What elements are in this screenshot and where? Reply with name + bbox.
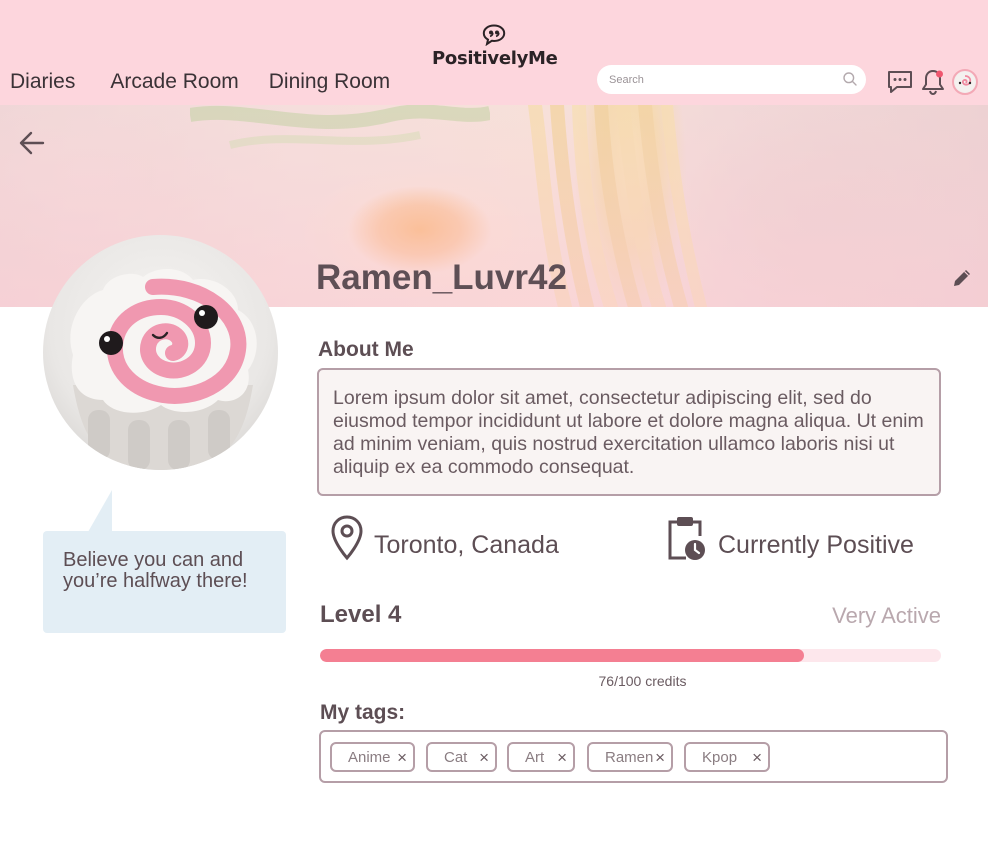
bell-icon[interactable] bbox=[920, 68, 946, 96]
search-icon[interactable] bbox=[842, 71, 858, 87]
tag-chip[interactable]: Ramen × bbox=[587, 742, 673, 772]
edit-pencil-icon[interactable] bbox=[950, 266, 974, 290]
logo[interactable]: PositivelyMe bbox=[432, 24, 558, 69]
remove-tag-icon[interactable]: × bbox=[752, 749, 762, 766]
username: Ramen_Luvr42 bbox=[316, 258, 567, 297]
main-nav: Diaries Arcade Room Dining Room bbox=[10, 70, 390, 94]
search-input[interactable] bbox=[609, 71, 829, 88]
activity-label: Very Active bbox=[832, 603, 941, 628]
remove-tag-icon[interactable]: × bbox=[479, 749, 489, 766]
tag-label: Kpop bbox=[702, 748, 738, 766]
nav-diaries[interactable]: Diaries bbox=[10, 70, 75, 94]
about-me-text: Lorem ipsum dolor sit amet, consectetur … bbox=[317, 368, 941, 496]
nav-arcade-room[interactable]: Arcade Room bbox=[110, 70, 238, 94]
top-header: Diaries Arcade Room Dining Room Positive… bbox=[0, 0, 988, 105]
quote-bubble: Believe you can and you’re halfway there… bbox=[43, 531, 286, 633]
location-pin-icon bbox=[331, 515, 363, 561]
tag-label: Cat bbox=[444, 748, 468, 766]
tag-chip[interactable]: Kpop × bbox=[684, 742, 770, 772]
tag-label: Ramen bbox=[605, 748, 654, 766]
speech-quote-icon bbox=[482, 24, 506, 46]
level-progress-fill bbox=[320, 649, 805, 662]
level-label: Level 4 bbox=[320, 601, 402, 628]
profile-photo bbox=[43, 235, 278, 470]
tag-label: Art bbox=[525, 748, 545, 766]
about-me-label: About Me bbox=[318, 338, 414, 361]
avatar[interactable] bbox=[952, 69, 978, 95]
location-text: Toronto, Canada bbox=[374, 531, 559, 559]
notification-dot-icon bbox=[936, 70, 943, 78]
chat-bubble-icon[interactable] bbox=[886, 68, 914, 96]
tags-container: Anime × Cat × Art × Ramen × Kpop × bbox=[319, 730, 948, 783]
search-bar bbox=[597, 65, 866, 94]
status-text: Currently Positive bbox=[718, 531, 914, 559]
remove-tag-icon[interactable]: × bbox=[557, 749, 567, 766]
remove-tag-icon[interactable]: × bbox=[655, 749, 665, 766]
my-tags-label: My tags: bbox=[320, 701, 406, 724]
tag-label: Anime bbox=[348, 748, 391, 766]
narutomaki-icon bbox=[955, 72, 975, 92]
tag-chip[interactable]: Cat × bbox=[426, 742, 497, 772]
credits-text: 76/100 credits bbox=[598, 673, 687, 689]
logo-text: PositivelyMe bbox=[432, 48, 558, 69]
level-progress-bar bbox=[320, 649, 941, 662]
remove-tag-icon[interactable]: × bbox=[397, 749, 407, 766]
tag-chip[interactable]: Art × bbox=[507, 742, 575, 772]
nav-dining-room[interactable]: Dining Room bbox=[269, 70, 390, 94]
quote-bubble-tail bbox=[88, 490, 112, 532]
narutomaki-image bbox=[70, 269, 257, 470]
clipboard-clock-icon bbox=[668, 517, 705, 560]
back-arrow-icon[interactable] bbox=[18, 130, 46, 156]
tag-chip[interactable]: Anime × bbox=[330, 742, 415, 772]
